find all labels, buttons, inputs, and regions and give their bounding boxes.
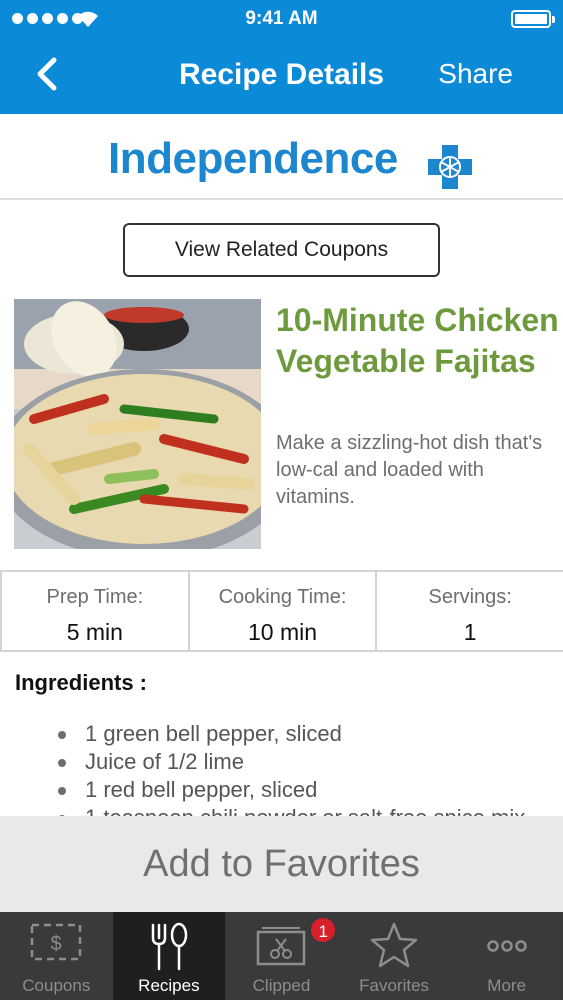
tab-more[interactable]: More (450, 912, 563, 1000)
tab-recipes[interactable]: Recipes (112, 912, 226, 1000)
navigation-bar: Recipe Details Share (0, 38, 563, 114)
tab-clipped-label: Clipped (252, 976, 311, 995)
blue-cross-shield-icon (428, 145, 472, 189)
tab-coupons[interactable]: $ Coupons (0, 912, 113, 1000)
brand-name: Independence (108, 134, 398, 183)
cooking-time-label: Cooking Time: (218, 586, 347, 608)
list-item: Juice of 1/2 lime (55, 748, 555, 776)
scissors-coupon-icon (257, 927, 306, 966)
tab-clipped[interactable]: 1 Clipped (225, 912, 338, 1000)
tab-favorites[interactable]: Favorites (338, 912, 451, 1000)
recipe-photo (14, 299, 261, 549)
add-to-favorites-button[interactable]: Add to Favorites (0, 816, 563, 912)
more-dots-icon (486, 940, 527, 952)
star-icon (370, 922, 418, 968)
clipped-count-badge: 1 (309, 916, 338, 944)
view-related-coupons-button[interactable]: View Related Coupons (123, 223, 440, 277)
status-bar: 9:41 AM (0, 0, 563, 38)
cooking-time-cell: Cooking Time: 10 min (190, 572, 378, 650)
brand-banner: Independence (0, 114, 563, 200)
svg-text:$: $ (51, 933, 62, 955)
cooking-time-value: 10 min (247, 619, 318, 645)
top-bar: 9:41 AM Recipe Details Share (0, 0, 563, 114)
tab-bar: $ Coupons Recipes 1 Clipped Favorites Mo… (0, 912, 563, 1000)
servings-cell: Servings: 1 (377, 572, 563, 650)
tab-favorites-label: Favorites (359, 976, 430, 995)
servings-value: 1 (463, 619, 477, 645)
prep-time-label: Prep Time: (46, 586, 144, 608)
share-button[interactable]: Share (438, 58, 513, 90)
prep-time-cell: Prep Time: 5 min (0, 572, 190, 650)
tab-coupons-label: Coupons (22, 976, 91, 995)
battery-icon (511, 10, 555, 28)
list-item: 1 red bell pepper, sliced (55, 776, 555, 804)
prep-time-value: 5 min (66, 619, 123, 645)
status-time: 9:41 AM (245, 8, 318, 29)
list-item: 1 green bell pepper, sliced (55, 720, 555, 748)
recipe-description: Make a sizzling-hot dish that's low-cal … (276, 432, 543, 508)
tab-more-label: More (487, 976, 527, 995)
fork-spoon-icon (151, 922, 188, 971)
servings-label: Servings: (428, 586, 512, 608)
recipe-info-table: Prep Time: 5 min Cooking Time: 10 min Se… (0, 570, 563, 652)
tab-recipes-label: Recipes (138, 976, 200, 995)
recipe-title: 10-Minute Chicken Vegetable Fajitas (276, 302, 559, 379)
coupon-icon: $ (31, 923, 82, 961)
ingredients-heading: Ingredients : (15, 670, 148, 695)
